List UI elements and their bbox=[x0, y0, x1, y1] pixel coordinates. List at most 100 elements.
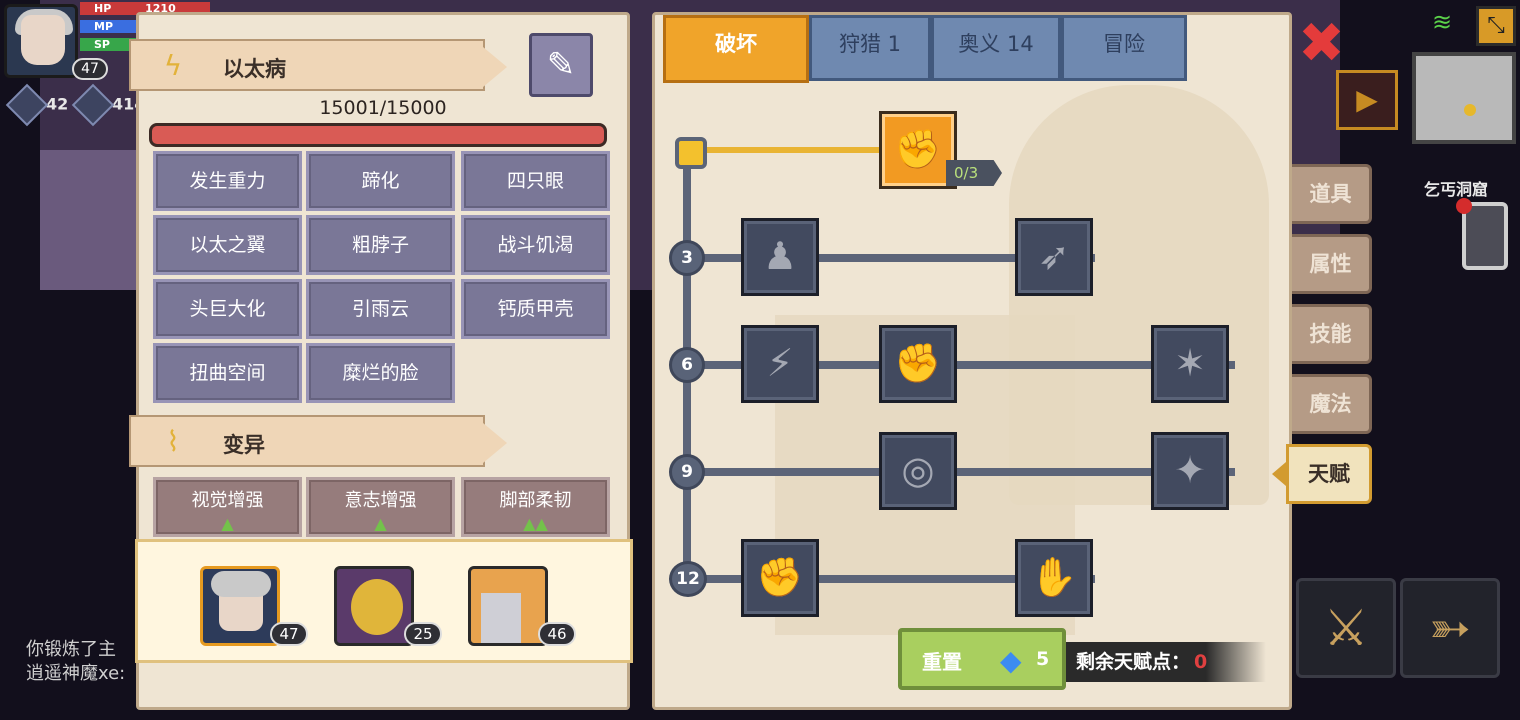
fist-icon: ✊ bbox=[756, 555, 804, 599]
handshake-icon: ✊ bbox=[894, 127, 942, 171]
chat-line: 逍遥神魔xe: bbox=[26, 663, 126, 684]
tab-destroy[interactable]: 破坏 bbox=[663, 15, 809, 83]
member-hair bbox=[211, 571, 271, 597]
wifi-icon: ≋ bbox=[1432, 8, 1453, 36]
remaining-label: 剩余天赋点： bbox=[1076, 651, 1191, 673]
talent-bat[interactable]: ✦ bbox=[1151, 432, 1229, 510]
mp-label: MP bbox=[94, 20, 114, 33]
arrow-icon: ➶ bbox=[1038, 234, 1070, 278]
syringe-icon: ✎ bbox=[546, 45, 576, 85]
dna-icon: ⌇ bbox=[166, 425, 180, 458]
mutation-trait-button[interactable]: 视觉增强 ▲ bbox=[153, 477, 302, 537]
location-label: 乞丐洞窟 bbox=[1424, 180, 1489, 199]
syringe-button[interactable]: ✎ bbox=[529, 33, 593, 97]
side-tab-magic[interactable]: 魔法 bbox=[1292, 374, 1372, 434]
disease-trait-button[interactable]: 扭曲空间 bbox=[153, 343, 302, 403]
side-tab-skills[interactable]: 技能 bbox=[1292, 304, 1372, 364]
talent-arrow[interactable]: ➶ bbox=[1015, 218, 1093, 296]
party-member-1[interactable] bbox=[200, 566, 280, 646]
phone-button[interactable] bbox=[1456, 198, 1508, 270]
side-tab-attributes[interactable]: 属性 bbox=[1292, 234, 1372, 294]
sword-icon: ⚔ bbox=[1323, 599, 1369, 657]
splash-icon: ✶ bbox=[1174, 341, 1206, 385]
weapon-slot-sword[interactable]: ⚔ bbox=[1296, 578, 1396, 678]
member-book bbox=[481, 593, 521, 643]
talent-punch[interactable]: ✊ bbox=[879, 325, 957, 403]
member-spark bbox=[351, 579, 403, 635]
stat-defense: 42 bbox=[5, 83, 68, 127]
active-tab-arrow bbox=[1272, 462, 1286, 486]
disease-trait-button[interactable]: 引雨云 bbox=[306, 279, 455, 339]
disease-progress-bar bbox=[149, 123, 607, 147]
reset-talent-button[interactable]: 重置 ◆ 5 bbox=[898, 628, 1066, 690]
disease-ribbon: ϟ 以太病 bbox=[129, 39, 507, 91]
disease-trait-button[interactable]: 钙质甲壳 bbox=[461, 279, 610, 339]
talent-body[interactable]: ♟ bbox=[741, 218, 819, 296]
reset-cost: 5 bbox=[1036, 648, 1050, 670]
close-icon: ✖ bbox=[1298, 11, 1345, 76]
chat-log: 你锻炼了主 逍遥神魔xe: bbox=[26, 638, 125, 686]
remaining-value: 0 bbox=[1194, 651, 1208, 673]
mutation-trait-label: 脚部柔韧 bbox=[499, 490, 572, 511]
disease-panel: ϟ 以太病 ✎ 15001/15000 发生重力 蹄化 四只眼 以太之翼 粗脖子 战斗饥渴… bbox=[129, 12, 633, 710]
weapon-slot-bow[interactable]: ➳ bbox=[1400, 578, 1500, 678]
talent-slam[interactable]: ✋ bbox=[1015, 539, 1093, 617]
mutation-trait-button[interactable]: 脚部柔韧 ▲▲ bbox=[461, 477, 610, 537]
notification-dot bbox=[1456, 198, 1472, 214]
talent-fist[interactable]: ✊ bbox=[741, 539, 819, 617]
level-node-12: 12 bbox=[669, 561, 707, 597]
bow-icon: ➳ bbox=[1429, 599, 1471, 657]
disease-trait-button[interactable]: 头巨大化 bbox=[153, 279, 302, 339]
disease-trait-button[interactable]: 四只眼 bbox=[461, 151, 610, 211]
disease-trait-button[interactable]: 糜烂的脸 bbox=[306, 343, 455, 403]
talent-progress-badge: 0/3 bbox=[946, 160, 1002, 186]
tab-hunt[interactable]: 狩猎 1 bbox=[809, 15, 931, 81]
talent-splash[interactable]: ✶ bbox=[1151, 325, 1229, 403]
hp-label: HP bbox=[94, 2, 112, 15]
disease-trait-button[interactable]: 粗脖子 bbox=[306, 215, 455, 275]
mutation-level-marks: ▲ bbox=[374, 514, 387, 533]
mutation-ribbon: ⌇ 变异 bbox=[129, 415, 507, 467]
gem-icon: ◆ bbox=[1000, 644, 1022, 677]
ribbon-tail bbox=[483, 423, 507, 463]
talent-arm-wrestle[interactable]: ✊ bbox=[879, 111, 957, 189]
mutation-title: 变异 bbox=[223, 433, 265, 457]
mutation-trait-label: 意志增强 bbox=[344, 490, 417, 511]
minimap[interactable] bbox=[1412, 52, 1516, 144]
disease-title: 以太病 bbox=[223, 57, 286, 81]
mutation-level-marks: ▲▲ bbox=[523, 514, 548, 533]
party-member-2[interactable] bbox=[334, 566, 414, 646]
tab-adventure[interactable]: 冒险 bbox=[1061, 15, 1187, 81]
party-member-3[interactable] bbox=[468, 566, 548, 646]
punch-icon: ✊ bbox=[894, 341, 942, 385]
sp-label: SP bbox=[94, 38, 110, 51]
body-icon: ♟ bbox=[762, 234, 798, 278]
ripple-icon: ◎ bbox=[901, 448, 935, 492]
power-icon bbox=[71, 83, 115, 127]
expand-icon: ⤡ bbox=[1487, 13, 1505, 38]
disease-trait-button[interactable]: 以太之翼 bbox=[153, 215, 302, 275]
chat-line: 你锻炼了主 bbox=[26, 639, 116, 660]
disease-progress-fill bbox=[152, 126, 604, 144]
party-member-1-level: 47 bbox=[270, 622, 308, 646]
side-tab-talent[interactable]: 天赋 bbox=[1286, 444, 1372, 504]
party-member-2-level: 25 bbox=[404, 622, 442, 646]
disease-trait-button[interactable]: 战斗饥渴 bbox=[461, 215, 610, 275]
mutation-trait-button[interactable]: 意志增强 ▲ bbox=[306, 477, 455, 537]
level-node-3: 3 bbox=[669, 240, 705, 276]
fullscreen-button[interactable]: ⤡ bbox=[1476, 6, 1516, 46]
level-node-6: 6 bbox=[669, 347, 705, 383]
talent-start-node bbox=[675, 137, 707, 169]
talent-ripple[interactable]: ◎ bbox=[879, 432, 957, 510]
disease-trait-button[interactable]: 发生重力 bbox=[153, 151, 302, 211]
player-portrait[interactable] bbox=[4, 4, 78, 78]
side-tab-items[interactable]: 道具 bbox=[1292, 164, 1372, 224]
close-button[interactable]: ✖ bbox=[1298, 16, 1345, 72]
player-level-badge: 47 bbox=[72, 58, 108, 80]
tab-secret[interactable]: 奥义 14 bbox=[931, 15, 1061, 81]
talent-break[interactable]: ⚡ bbox=[741, 325, 819, 403]
talent-panel: 破坏 狩猎 1 奥义 14 冒险 3 6 9 12 ✊ ♟ ➶ ⚡ ✊ ✶ ◎ … bbox=[652, 12, 1292, 710]
disease-trait-button[interactable]: 蹄化 bbox=[306, 151, 455, 211]
ribbon-tail bbox=[483, 47, 507, 87]
play-button[interactable]: ▶ bbox=[1336, 70, 1398, 130]
